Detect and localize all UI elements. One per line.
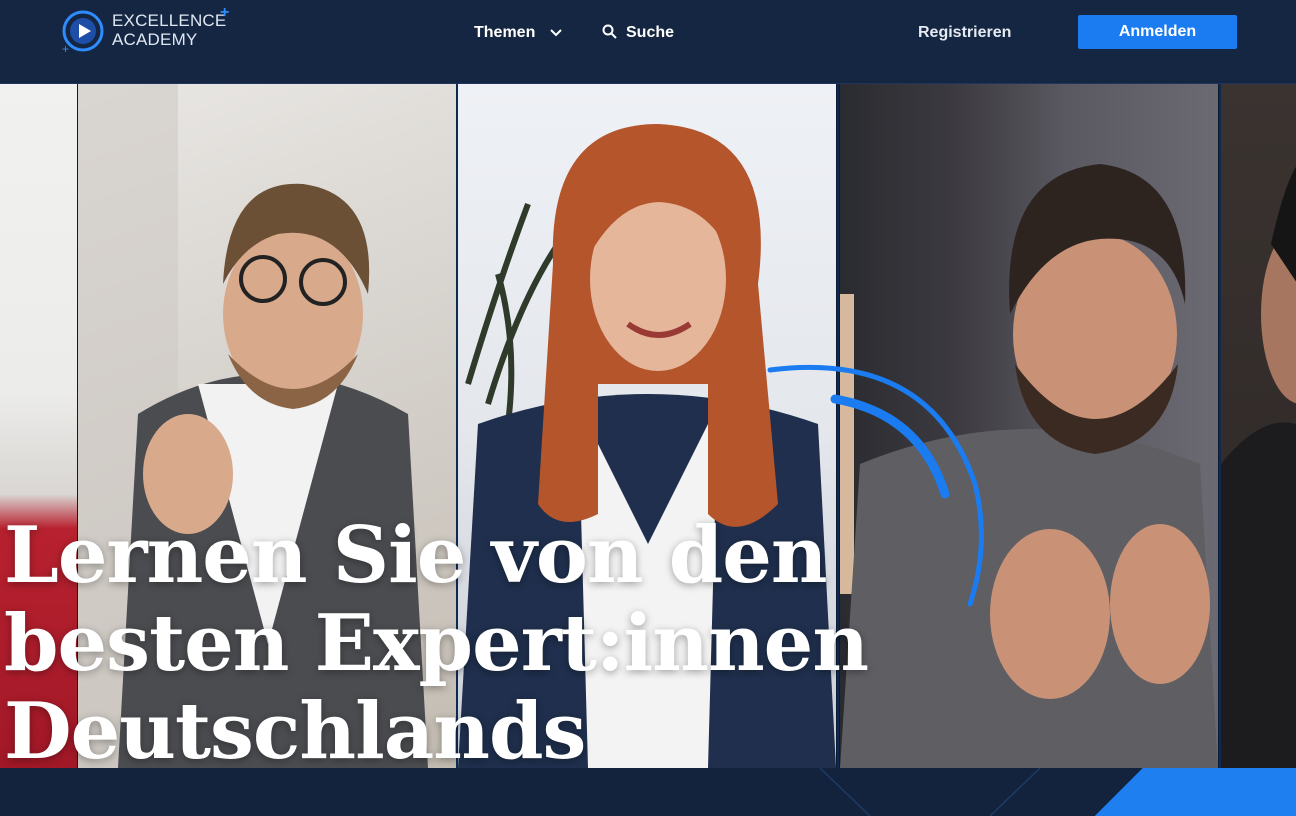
hero-headline: Lernen Sie von den besten Expert:innen D…	[4, 510, 869, 777]
logo-plus-icon: +	[220, 4, 230, 21]
hero-section: Lernen Sie von den besten Expert:innen D…	[0, 84, 1296, 816]
logo-line-1: EXCELLENCE	[112, 11, 227, 30]
chevron-down-icon	[550, 22, 562, 44]
search-label: Suche	[626, 24, 675, 41]
search-link[interactable]: Suche	[602, 22, 674, 44]
themen-menu[interactable]: Themen	[474, 22, 562, 44]
logo-play-icon: +	[62, 10, 104, 54]
excellence-academy-logo[interactable]: + EXCELLENCE ACADEMY +	[60, 4, 240, 54]
register-link[interactable]: Registrieren	[918, 22, 1011, 44]
search-icon	[602, 24, 617, 46]
top-navigation-bar: + EXCELLENCE ACADEMY + Themen Suche Regi…	[0, 0, 1296, 84]
themen-label: Themen	[474, 24, 536, 42]
logo-wordmark: EXCELLENCE ACADEMY	[112, 11, 226, 49]
svg-text:+: +	[62, 42, 69, 54]
blue-corner-accent	[1086, 768, 1296, 816]
logo-line-2: ACADEMY	[112, 30, 198, 49]
login-button[interactable]: Anmelden	[1078, 15, 1237, 49]
